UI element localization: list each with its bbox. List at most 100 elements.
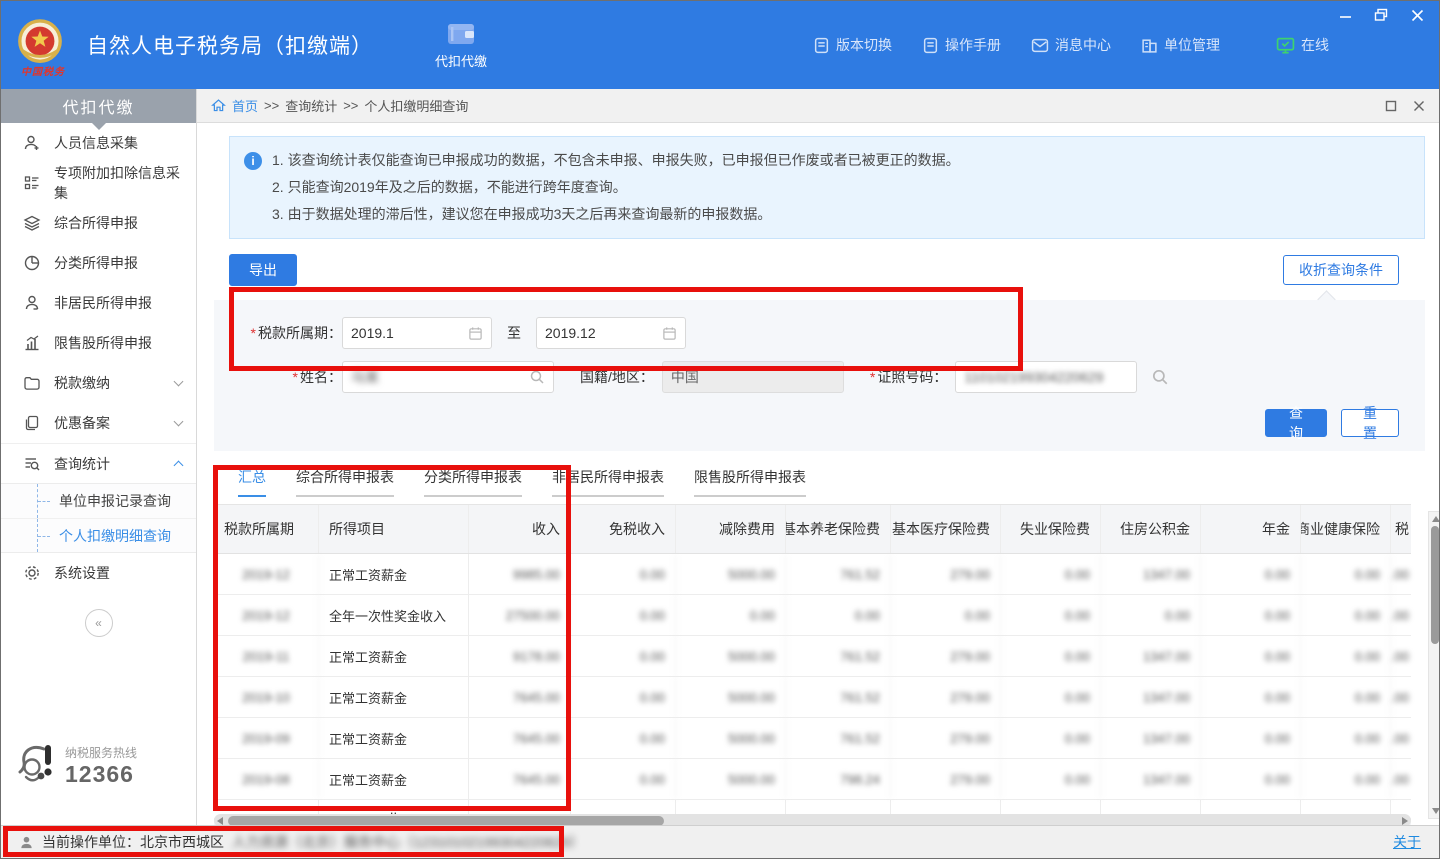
china-tax-emblem-logo: 中国税务 (15, 18, 71, 77)
table-cell: 279.00 (891, 677, 1001, 717)
sidebar-collapse-button[interactable]: « (85, 609, 113, 637)
menu-unit-management[interactable]: 单位管理 (1141, 35, 1220, 55)
table-header-cell: 税 (1391, 505, 1411, 553)
sidebar-item-classified-income[interactable]: 分类所得申报 (1, 243, 196, 283)
period-from-input[interactable]: 2019.1 (342, 317, 492, 349)
table-cell: 0.00 (1001, 759, 1101, 799)
table-cell: 0.00 (1201, 554, 1301, 594)
chevron-down-icon (174, 377, 184, 387)
table-row[interactable]: 2019-08正常工资薪金7645.000.005000.00798.24279… (214, 759, 1411, 800)
table-header-cell: 住房公积金 (1101, 505, 1201, 553)
scroll-up-arrow-icon[interactable] (1432, 516, 1439, 522)
menu-message-center[interactable]: 消息中心 (1031, 35, 1111, 55)
scroll-right-arrow-icon[interactable] (1402, 817, 1408, 825)
horizontal-scrollbar-thumb[interactable] (228, 816, 664, 826)
table-row[interactable]: 2019-10正常工资薪金7645.000.005000.00761.52279… (214, 677, 1411, 718)
window-restore-button[interactable] (1373, 7, 1389, 23)
table-row[interactable]: 2019-11正常工资薪金9178.000.005000.00761.52279… (214, 636, 1411, 677)
sidebar-item-special-deduction[interactable]: 专项附加扣除信息采集 (1, 163, 196, 203)
breadcrumb-level2: 个人扣缴明细查询 (364, 96, 468, 115)
table-cell: 761.52 (786, 677, 891, 717)
top-menu: 版本切换 操作手册 消息中心 (813, 35, 1329, 55)
tab-classified-income[interactable]: 分类所得申报表 (424, 467, 522, 497)
online-monitor-icon (1276, 37, 1295, 54)
tab-restricted-shares[interactable]: 限售股所得申报表 (694, 467, 806, 497)
scroll-down-arrow-icon[interactable] (1432, 808, 1439, 814)
table-cell: 279.00 (891, 718, 1001, 758)
window-minimize-button[interactable] (1337, 7, 1353, 23)
notice-line-3: 3. 由于数据处理的滞后性，建议您在申报成功3天之后再来查询最新的申报数据。 (272, 201, 771, 228)
table-cell: 0.00 (1001, 636, 1101, 676)
window-close-button[interactable] (1409, 7, 1425, 23)
nationality-input: 中国 (662, 361, 844, 393)
online-status[interactable]: 在线 (1276, 35, 1329, 55)
menu-label: 消息中心 (1055, 35, 1111, 55)
table-header-cell: 基本医疗保险费 (891, 505, 1001, 553)
vertical-scrollbar-thumb[interactable] (1431, 526, 1439, 644)
table-cell: 正常工资薪金 (319, 636, 469, 676)
sidebar-item-comprehensive-income[interactable]: 综合所得申报 (1, 203, 196, 243)
table-cell: 0.00 (571, 759, 676, 799)
table-header-cell: 税款所属期 (214, 505, 319, 553)
breadcrumb-home-link[interactable]: 首页 (232, 96, 258, 115)
table-cell: 0.00 (786, 595, 891, 635)
tab-comprehensive-income[interactable]: 综合所得申报表 (296, 467, 394, 497)
table-cell: 5000.00 (676, 759, 786, 799)
sidebar-item-label: 系统设置 (54, 563, 182, 583)
period-from-value: 2019.1 (351, 325, 468, 341)
about-link[interactable]: 关于 (1393, 832, 1421, 852)
table-cell: 2019-09 (214, 718, 319, 758)
results-table: 税款所属期所得项目收入免税收入减除费用基本养老保险费基本医疗保险费失业保险费住房… (214, 504, 1411, 827)
search-icon[interactable] (1151, 368, 1169, 386)
collapse-query-conditions-button[interactable]: 收折查询条件 (1283, 255, 1399, 285)
table-cell: 0.00 (1391, 759, 1411, 799)
name-input[interactable]: 马某 (342, 361, 554, 393)
sidebar-item-nonresident-income[interactable]: 非居民所得申报 (1, 283, 196, 323)
sidebar-item-restricted-shares[interactable]: 限售股所得申报 (1, 323, 196, 363)
menu-label: 操作手册 (945, 35, 1001, 55)
table-cell: 0.00 (571, 636, 676, 676)
tab-summary[interactable]: 汇总 (238, 467, 266, 497)
table-row[interactable]: 2019-09正常工资薪金7645.000.005000.00761.52279… (214, 718, 1411, 759)
hotline: 纳税服务热线 12366 (17, 743, 137, 789)
table-row[interactable]: 2019-12全年一次性奖金收入27500.000.000.000.000.00… (214, 595, 1411, 636)
sidebar-item-preferential-filing[interactable]: 优惠备案 (1, 403, 196, 443)
module-tab-label: 代扣代缴 (435, 51, 487, 70)
sidebar-subitem-personal-withholding-query[interactable]: 个人扣缴明细查询 (1, 518, 196, 552)
table-cell: 1347.00 (1101, 554, 1201, 594)
sidebar-item-query-statistics[interactable]: 查询统计 (1, 443, 196, 483)
table-cell: 9985.00 (469, 554, 571, 594)
module-tab-daikoudaijiao[interactable]: 代扣代缴 (421, 15, 501, 76)
sidebar-subitem-unit-declaration-query[interactable]: 单位申报记录查询 (1, 484, 196, 518)
query-button[interactable]: 查询 (1265, 409, 1327, 437)
sidebar-item-tax-payment[interactable]: 税款缴纳 (1, 363, 196, 403)
table-cell: 761.52 (786, 554, 891, 594)
pane-close-button[interactable] (1413, 100, 1425, 112)
pane-maximize-button[interactable] (1385, 100, 1397, 112)
sidebar-item-label: 专项附加扣除信息采集 (54, 163, 182, 203)
status-bar: 当前操作单位：北京市西城区 人力资源（北京）服务中心（1231010219930… (1, 825, 1439, 858)
name-value: 马某 (351, 367, 529, 387)
current-operating-unit-blurred: 人力资源（北京）服务中心（12310102199304220629） (232, 832, 584, 852)
menu-version-switch[interactable]: 版本切换 (813, 35, 892, 55)
online-status-label: 在线 (1301, 35, 1329, 55)
table-cell: 0.00 (891, 595, 1001, 635)
id-number-input[interactable]: 110102199304220629 (955, 361, 1137, 393)
table-cell: 1347.00 (1101, 718, 1201, 758)
scroll-left-arrow-icon[interactable] (217, 817, 223, 825)
sidebar-item-label: 分类所得申报 (54, 253, 182, 273)
table-row[interactable]: 2019-12正常工资薪金9985.000.005000.00761.52279… (214, 554, 1411, 595)
sidebar-item-system-settings[interactable]: 系统设置 (1, 553, 196, 593)
reset-button[interactable]: 重置 (1341, 409, 1399, 437)
table-cell: 2019-12 (214, 595, 319, 635)
notice-line-2: 2. 只能查询2019年及之后的数据，不能进行跨年度查询。 (272, 174, 627, 201)
tab-nonresident-income[interactable]: 非居民所得申报表 (552, 467, 664, 497)
export-button[interactable]: 导出 (229, 254, 297, 286)
layers-icon (23, 214, 41, 232)
table-cell: 7645.00 (469, 677, 571, 717)
table-cell: 27500.00 (469, 595, 571, 635)
vertical-scrollbar[interactable] (1428, 511, 1439, 819)
table-cell: 761.52 (786, 636, 891, 676)
period-to-input[interactable]: 2019.12 (536, 317, 686, 349)
menu-manual[interactable]: 操作手册 (922, 35, 1001, 55)
